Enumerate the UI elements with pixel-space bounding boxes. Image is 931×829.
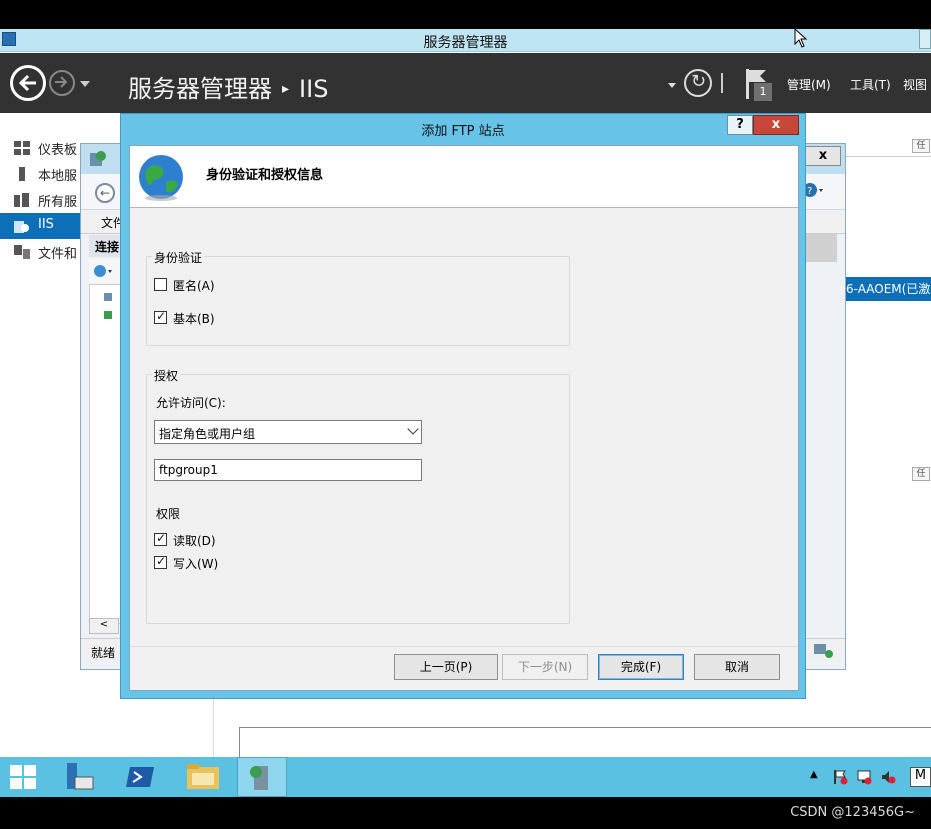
- user-group-value: ftpgroup1: [159, 463, 218, 477]
- next-button[interactable]: 下一步(N): [502, 654, 588, 680]
- add-ftp-site-dialog: 添加 FTP 站点 ? x 身份验证和授权信息 身份验证 匿名(A) 基本(B)…: [120, 113, 806, 699]
- tray-overflow-icon[interactable]: ▲: [810, 769, 818, 780]
- allow-access-label: 允许访问(C):: [156, 396, 226, 410]
- network-icon[interactable]: [856, 769, 872, 785]
- sidebar-item-label: 仪表板: [38, 143, 78, 158]
- refresh-icon[interactable]: [684, 69, 712, 97]
- notification-count-badge: 1: [754, 83, 772, 101]
- sidebar-item-label: 文件和: [38, 247, 78, 262]
- basic-checkbox[interactable]: [154, 309, 167, 324]
- tasks-button[interactable]: 任: [912, 139, 930, 153]
- iis-app-icon: [90, 151, 106, 166]
- breadcrumb-separator-icon: ▸: [282, 81, 290, 97]
- authentication-group-label: 身份验证: [152, 249, 205, 266]
- window-control-button[interactable]: [919, 29, 931, 49]
- dialog-section-title: 身份验证和授权信息: [206, 168, 324, 183]
- header-dropdown-icon[interactable]: [668, 83, 676, 88]
- start-button[interactable]: [0, 757, 50, 797]
- authentication-group: [146, 256, 570, 346]
- finish-button[interactable]: 完成(F): [598, 654, 684, 680]
- dashboard-icon: [14, 141, 30, 155]
- svg-text:?: ?: [807, 186, 812, 197]
- menu-tools[interactable]: 工具(T): [850, 76, 891, 93]
- user-group-input[interactable]: ftpgroup1: [154, 459, 422, 481]
- nav-history-dropdown-icon[interactable]: [80, 81, 90, 87]
- server-manager-title: 服务器管理器: [423, 35, 508, 51]
- input-method-indicator[interactable]: M: [910, 767, 931, 787]
- taskbar: ▲ M: [0, 757, 931, 797]
- authorization-group-label: 授权: [152, 367, 181, 384]
- sidebar-item-label: 所有服: [38, 195, 78, 210]
- taskbar-file-explorer[interactable]: [178, 757, 228, 797]
- iis-close-button[interactable]: x: [805, 146, 841, 166]
- screen-top-border: [0, 0, 931, 29]
- cancel-button[interactable]: 取消: [694, 654, 780, 680]
- all-servers-icon: [14, 193, 29, 207]
- read-label: 读取(D): [173, 534, 216, 548]
- iis-icon: [14, 221, 29, 233]
- status-text: 就绪: [91, 646, 116, 660]
- volume-muted-icon[interactable]: [880, 769, 896, 785]
- windows-logo-icon: [10, 765, 36, 789]
- previous-button[interactable]: 上一页(P): [394, 654, 498, 680]
- file-storage-icon: [14, 245, 30, 259]
- header-divider: [721, 73, 723, 93]
- write-label: 写入(W): [173, 557, 219, 571]
- sidebar-item-label: 本地服: [38, 169, 78, 184]
- breadcrumb: 服务器管理器 ▸ IIS: [128, 69, 328, 104]
- dialog-title: 添加 FTP 站点: [421, 124, 505, 139]
- sidebar-item-label: IIS: [38, 217, 54, 232]
- powershell-icon: [126, 767, 154, 787]
- server-manager-titlebar: 服务器管理器: [0, 29, 931, 52]
- server-manager-icon: [67, 763, 94, 790]
- tasks-button[interactable]: 任: [912, 467, 930, 481]
- breadcrumb-root[interactable]: 服务器管理器: [128, 75, 272, 103]
- tree-node-icon: [104, 293, 112, 319]
- chevron-down-icon: [407, 423, 419, 435]
- taskbar-iis-manager[interactable]: [237, 757, 287, 797]
- action-center-flag-icon[interactable]: [832, 769, 848, 785]
- local-server-icon: [19, 167, 25, 181]
- allow-access-select[interactable]: 指定角色或用户组: [154, 420, 422, 444]
- allow-access-value: 指定角色或用户组: [159, 427, 256, 441]
- basic-label: 基本(B): [173, 312, 215, 326]
- menu-manage[interactable]: 管理(M): [787, 76, 831, 93]
- network-status-icon: [814, 644, 833, 658]
- back-button[interactable]: [10, 65, 46, 101]
- anonymous-label: 匿名(A): [173, 279, 215, 293]
- folder-icon: [187, 764, 219, 789]
- iis-back-button[interactable]: ←: [95, 183, 115, 203]
- dialog-help-button[interactable]: ?: [727, 115, 753, 135]
- scroll-left-button[interactable]: <: [89, 618, 119, 634]
- globe-icon: [139, 155, 183, 201]
- connect-globe-icon[interactable]: [93, 263, 115, 279]
- write-checkbox[interactable]: [154, 554, 167, 569]
- screen-bottom-border: CSDN @123456G~: [0, 797, 931, 829]
- server-row-selected[interactable]: 6-AAOEM(已激: [846, 277, 931, 301]
- help-icon[interactable]: ?: [803, 182, 825, 200]
- arrow-right-icon: [55, 76, 68, 88]
- taskbar-powershell[interactable]: [116, 757, 166, 797]
- watermark-text: CSDN @123456G~: [790, 805, 915, 820]
- dialog-close-button[interactable]: x: [753, 115, 799, 135]
- iis-manager-icon: [250, 766, 268, 790]
- anonymous-checkbox[interactable]: [154, 278, 167, 291]
- dialog-header-band: 身份验证和授权信息: [130, 146, 798, 208]
- menu-view[interactable]: 视图: [903, 76, 927, 93]
- forward-button[interactable]: [49, 70, 75, 96]
- breadcrumb-current: IIS: [299, 75, 329, 103]
- arrow-left-icon: [18, 74, 36, 92]
- dialog-footer: 上一页(P) 下一步(N) 完成(F) 取消: [130, 646, 798, 690]
- dialog-body: 身份验证和授权信息 身份验证 匿名(A) 基本(B) 授权 允许访问(C): 指…: [129, 145, 799, 691]
- iis-right-header: [805, 234, 837, 262]
- permissions-label: 权限: [156, 507, 181, 521]
- mouse-cursor-icon: [794, 28, 808, 48]
- taskbar-server-manager[interactable]: [54, 757, 104, 797]
- server-manager-header: 服务器管理器 ▸ IIS 1 管理(M) 工具(T) 视图: [0, 53, 931, 113]
- authorization-group: [146, 374, 570, 624]
- read-checkbox[interactable]: [154, 531, 167, 546]
